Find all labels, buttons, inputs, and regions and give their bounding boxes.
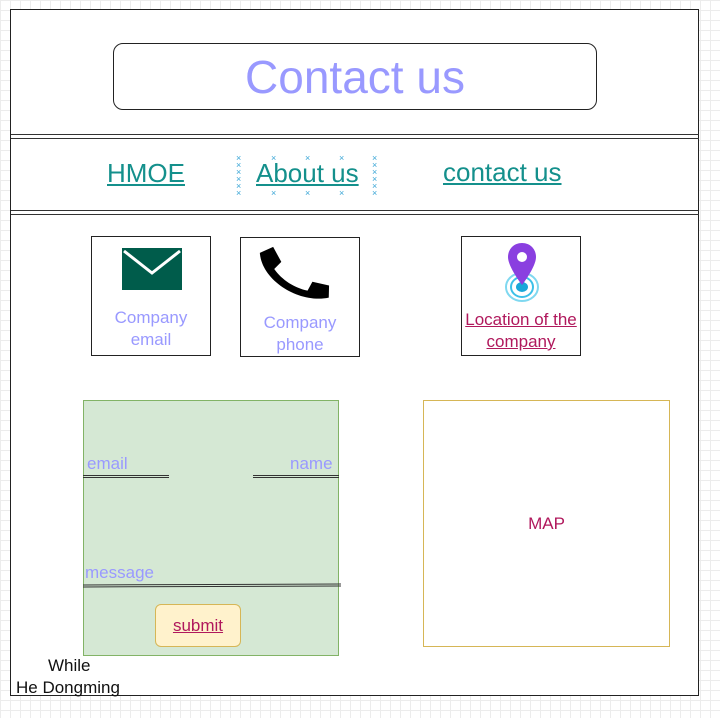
phone-icon — [259, 246, 330, 299]
nav-divider-top — [11, 210, 699, 211]
company-email-label: Company email — [114, 308, 188, 349]
nav-divider-bottom — [11, 214, 699, 215]
submit-button[interactable]: submit — [155, 604, 241, 647]
message-field-label: message — [85, 563, 154, 582]
company-location-link[interactable]: Location of the company — [462, 309, 580, 353]
author-line-2: He Dongming — [16, 678, 120, 697]
company-location-card[interactable]: Location of the company — [461, 236, 581, 356]
nav-link-contact-us[interactable]: contact us — [443, 157, 562, 188]
location-pin-icon — [505, 243, 539, 302]
header-divider-top — [11, 134, 699, 135]
page-title: Contact us — [113, 43, 597, 110]
nav-link-home[interactable]: HMOE — [107, 158, 185, 189]
map-panel[interactable]: MAP — [423, 400, 670, 647]
page-title-text: Contact us — [245, 50, 465, 103]
nav-link-about-us[interactable]: About us — [256, 158, 359, 189]
name-field-label: name — [290, 454, 333, 473]
submit-button-label: submit — [172, 615, 224, 635]
envelope-icon — [122, 248, 182, 290]
company-email-card[interactable]: Company email — [91, 236, 211, 356]
header-divider-bottom — [11, 138, 699, 139]
name-field[interactable] — [253, 475, 339, 478]
map-label: MAP — [528, 513, 565, 533]
author-line-1: While — [48, 656, 91, 675]
email-field[interactable] — [83, 475, 169, 478]
company-phone-card[interactable]: Company phone — [240, 237, 360, 357]
company-phone-label: Company phone — [263, 313, 337, 354]
email-field-label: email — [87, 454, 128, 473]
